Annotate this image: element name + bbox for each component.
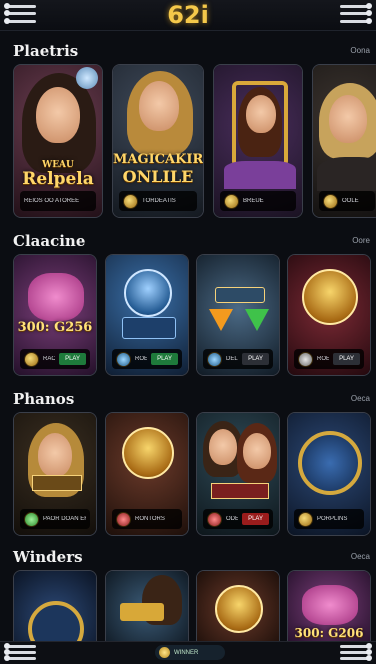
- coin-icon: [123, 193, 138, 209]
- coin-icon: [116, 511, 131, 527]
- card-bar: TORDEATIS: [119, 191, 197, 211]
- section-winders: Winders Oeca 300: G206: [0, 548, 376, 648]
- game-card[interactable]: RONTORS: [105, 412, 189, 536]
- emblem-icon: [302, 269, 358, 325]
- card-title: MAGICAKIR: [113, 152, 204, 167]
- game-card[interactable]: PORPLINS: [287, 412, 371, 536]
- game-card[interactable]: 300: G256 RAOE PLAY: [13, 254, 97, 376]
- card-title: Relpela: [22, 169, 94, 189]
- menu-icon-left[interactable]: [4, 642, 36, 662]
- card-bar-text: PORPLINS: [317, 516, 348, 522]
- card-bar-text: ODE: [226, 516, 239, 522]
- card-subtitle: ONLILE: [122, 167, 194, 186]
- card-bar-text: ROE: [135, 356, 148, 362]
- section-more-link[interactable]: Oore: [352, 236, 370, 245]
- bottom-nav-label: WINNER: [174, 649, 199, 656]
- card-bar: BREUE: [220, 191, 296, 211]
- coin-icon: [298, 351, 313, 367]
- section-title: Claacine: [13, 232, 86, 250]
- game-card[interactable]: PAOR DOAN ER: [13, 412, 97, 536]
- card-bar-text: PAOR DOAN ER: [43, 516, 86, 522]
- section-more-link[interactable]: Oeca: [351, 552, 370, 561]
- card-bar-text: DELIOR ROINS: [226, 356, 238, 362]
- card-bar-text: TORDEATIS: [142, 198, 176, 204]
- emblem-icon: [124, 269, 172, 317]
- coin-icon: [24, 351, 39, 367]
- section-more-link[interactable]: Oeca: [351, 394, 370, 403]
- game-card[interactable]: ROE PLAY: [105, 254, 189, 376]
- card-bar-text: RAOE: [43, 356, 55, 362]
- card-title: 300: G256: [17, 320, 93, 335]
- gem-icon: [245, 309, 269, 331]
- section-more-link[interactable]: Oona: [350, 46, 370, 55]
- coin-icon: [224, 193, 239, 209]
- slot-machine-icon: [302, 585, 358, 625]
- emblem-icon: [122, 427, 174, 479]
- play-button[interactable]: PLAY: [242, 513, 269, 525]
- play-button[interactable]: PLAY: [151, 353, 178, 365]
- game-card[interactable]: ODE PLAY: [196, 412, 280, 536]
- flower-icon: [76, 67, 98, 89]
- card-bar: DELIOR ROINS PLAY: [203, 349, 273, 369]
- game-card[interactable]: [105, 570, 189, 648]
- game-card[interactable]: BREUE: [213, 64, 303, 218]
- card-bar: REIOS OO ATOREE: [20, 191, 96, 211]
- card-bar: RAOE PLAY: [20, 349, 90, 369]
- menu-icon-right[interactable]: [340, 2, 372, 26]
- top-bar: 62i: [0, 0, 376, 31]
- menu-icon-right[interactable]: [340, 642, 372, 662]
- section-title: Phanos: [13, 390, 75, 408]
- card-bar: PORPLINS: [294, 509, 364, 529]
- game-card[interactable]: [196, 570, 280, 648]
- game-card[interactable]: DELIOR ROINS PLAY: [196, 254, 280, 376]
- card-bar-text: BREUE: [243, 198, 264, 204]
- card-bar-text: REIOS OO ATOREE: [24, 198, 80, 204]
- card-title: 300: G206: [294, 626, 364, 640]
- coin-icon: [159, 647, 170, 658]
- section-plaetris: Plaetris Oona WEAU Relpela REIOS OO ATOR…: [0, 42, 376, 222]
- emblem-icon: [215, 585, 263, 633]
- game-card[interactable]: OOLE: [312, 64, 376, 218]
- play-button[interactable]: PLAY: [59, 353, 86, 365]
- bottom-nav-pill[interactable]: WINNER: [155, 645, 225, 660]
- game-card[interactable]: MAGICAKIR ONLILE TORDEATIS: [112, 64, 204, 218]
- card-bar: RONTORS: [112, 509, 182, 529]
- game-card[interactable]: ROE PLAY: [287, 254, 371, 376]
- card-bar-text: OOLE: [342, 198, 359, 204]
- section-title: Plaetris: [13, 42, 79, 60]
- card-bar: ROE PLAY: [112, 349, 182, 369]
- slot-machine-icon: [28, 273, 84, 321]
- section-claacine: Claacine Oore 300: G256 RAOE PLAY ROE PL…: [0, 232, 376, 382]
- card-bar: PAOR DOAN ER: [20, 509, 90, 529]
- coin-icon: [116, 351, 131, 367]
- app-logo: 62i: [167, 1, 209, 29]
- game-card[interactable]: WEAU Relpela REIOS OO ATOREE: [13, 64, 103, 218]
- coin-icon: [207, 511, 222, 527]
- card-bar: OOLE: [319, 191, 375, 211]
- game-card[interactable]: 300: G206: [287, 570, 371, 648]
- card-bar-text: RONTORS: [135, 516, 165, 522]
- gem-icon: [209, 309, 233, 331]
- coin-icon: [298, 511, 313, 527]
- section-phanos: Phanos Oeca PAOR DOAN ER RONTORS ODE PLA…: [0, 390, 376, 542]
- bottom-bar: WINNER: [0, 641, 376, 664]
- section-title: Winders: [13, 548, 83, 566]
- card-bar-text: ROE: [317, 356, 330, 362]
- game-card[interactable]: [13, 570, 97, 648]
- coin-icon: [24, 511, 39, 527]
- play-button[interactable]: PLAY: [333, 353, 360, 365]
- card-bar: ODE PLAY: [203, 509, 273, 529]
- roulette-icon: [298, 431, 362, 495]
- coin-icon: [207, 351, 222, 367]
- coin-icon: [323, 193, 338, 209]
- play-button[interactable]: PLAY: [242, 353, 269, 365]
- card-bar: ROE PLAY: [294, 349, 364, 369]
